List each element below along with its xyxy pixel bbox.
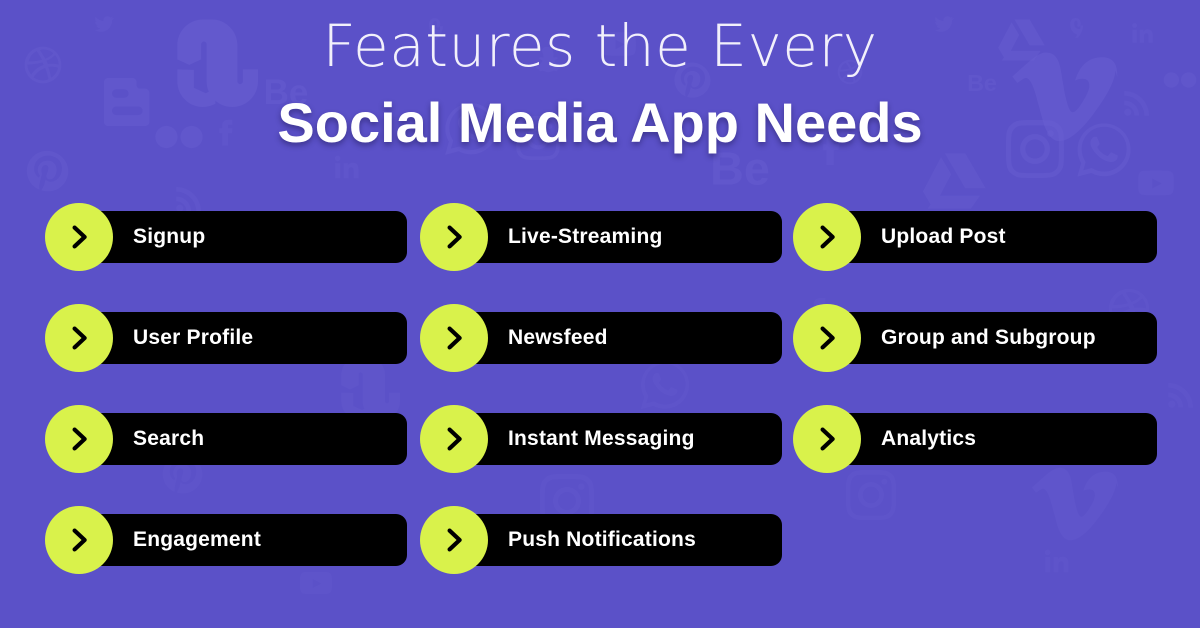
feature-label: Live-Streaming: [508, 225, 663, 248]
chevron-right-icon[interactable]: [420, 304, 488, 372]
feature-item-signup[interactable]: Signup: [45, 203, 407, 271]
feature-item-analytics[interactable]: Analytics: [793, 405, 1157, 473]
feature-row: User Profile Newsfeed Group and Subgroup: [0, 304, 1200, 405]
page-title-line-2: Social Media App Needs: [277, 91, 923, 154]
feature-label: Instant Messaging: [508, 427, 695, 450]
chevron-right-icon[interactable]: [793, 405, 861, 473]
feature-item-group-and-subgroup[interactable]: Group and Subgroup: [793, 304, 1157, 372]
chevron-right-icon[interactable]: [45, 405, 113, 473]
feature-item-newsfeed[interactable]: Newsfeed: [420, 304, 782, 372]
chevron-right-icon[interactable]: [45, 506, 113, 574]
chevron-right-icon[interactable]: [420, 506, 488, 574]
feature-label: Analytics: [881, 427, 977, 450]
feature-pill[interactable]: Analytics: [809, 413, 1157, 465]
feature-row: Signup Live-Streaming Upload Post: [0, 203, 1200, 304]
feature-label: Engagement: [133, 528, 262, 551]
feature-pill[interactable]: Group and Subgroup: [809, 312, 1157, 364]
feature-label: Push Notifications: [508, 528, 696, 551]
feature-row: Search Instant Messaging Analytics: [0, 405, 1200, 506]
feature-item-push-notifications[interactable]: Push Notifications: [420, 506, 782, 574]
chevron-right-icon[interactable]: [420, 203, 488, 271]
feature-item-search[interactable]: Search: [45, 405, 407, 473]
page-header: Features the Every Social Media App Need…: [0, 0, 1200, 185]
chevron-right-icon[interactable]: [793, 304, 861, 372]
feature-label: Upload Post: [881, 225, 1006, 248]
feature-list: Signup Live-Streaming Upload Post User Prof…: [0, 203, 1200, 607]
feature-pill[interactable]: Upload Post: [809, 211, 1157, 263]
chevron-right-icon[interactable]: [420, 405, 488, 473]
feature-row: Engagement Push Notifications: [0, 506, 1200, 607]
feature-label: Search: [133, 427, 205, 450]
chevron-right-icon[interactable]: [45, 203, 113, 271]
feature-label: Group and Subgroup: [881, 326, 1096, 349]
chevron-right-icon[interactable]: [793, 203, 861, 271]
feature-label: Newsfeed: [508, 326, 608, 349]
chevron-right-icon[interactable]: [45, 304, 113, 372]
page-title-line-1: Features the Every: [322, 12, 878, 80]
feature-label: Signup: [133, 225, 206, 248]
feature-item-upload-post[interactable]: Upload Post: [793, 203, 1157, 271]
feature-item-live-streaming[interactable]: Live-Streaming: [420, 203, 782, 271]
feature-item-engagement[interactable]: Engagement: [45, 506, 407, 574]
feature-label: User Profile: [133, 326, 254, 349]
feature-item-user-profile[interactable]: User Profile: [45, 304, 407, 372]
feature-item-instant-messaging[interactable]: Instant Messaging: [420, 405, 782, 473]
